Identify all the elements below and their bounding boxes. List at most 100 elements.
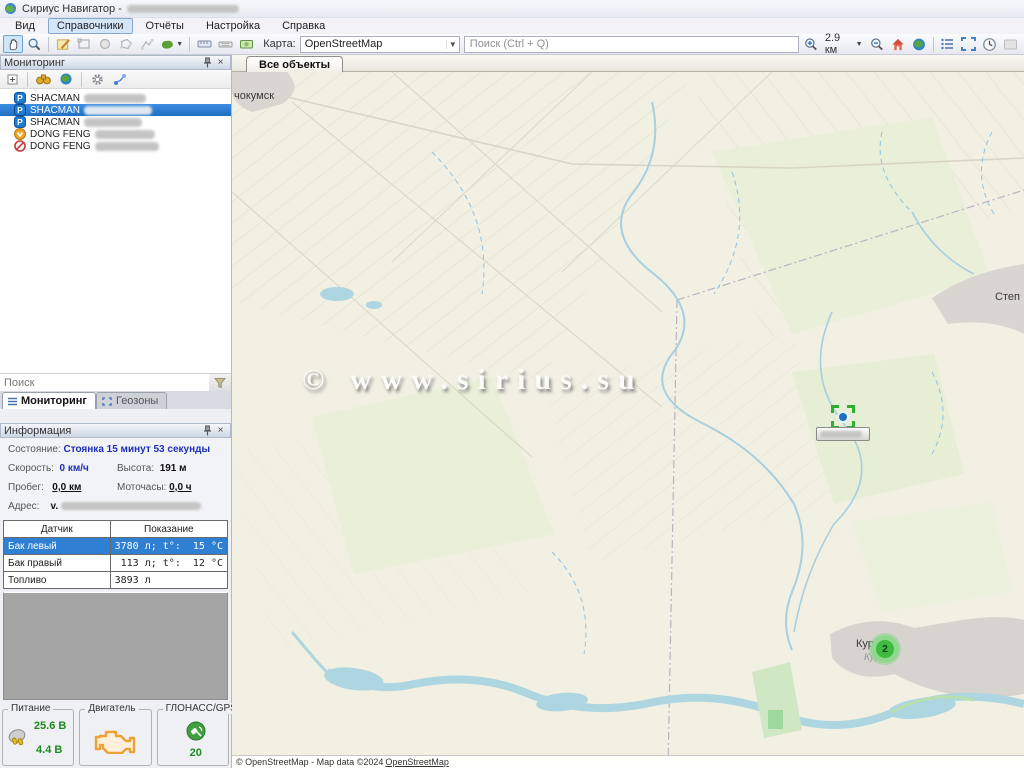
engine-gauge-label: Двигатель (85, 703, 138, 714)
power-plug-icon (6, 726, 30, 748)
ruler-button[interactable] (194, 35, 214, 53)
global-search-input[interactable] (464, 36, 799, 53)
pin-panel-button[interactable] (201, 57, 214, 69)
vehicle-search-input[interactable] (0, 375, 209, 391)
fit-bounds-icon (961, 37, 976, 51)
offline-status-icon (14, 140, 26, 152)
map-attribution: © OpenStreetMap - Map data ©2024 OpenStr… (232, 755, 1024, 768)
pin-icon (203, 57, 212, 68)
main-toolbar: ▼ Карта: OpenStreetMap ▼ 2.9 км ▼ (0, 34, 1024, 55)
map-canvas[interactable] (232, 72, 1024, 768)
track-route-button[interactable] (110, 71, 129, 87)
monitoring-toolbar (0, 70, 231, 89)
info-panel-header: Информация × (0, 423, 231, 438)
parking-status-icon: P (14, 104, 26, 116)
vehicle-name: DONG FENG (30, 141, 91, 152)
draw-polygon-button[interactable] (116, 35, 136, 53)
home-view-button[interactable] (888, 35, 908, 53)
vehicle-row[interactable]: P SHACMAN (0, 116, 231, 128)
menu-vid[interactable]: Вид (6, 18, 44, 34)
settings-button[interactable] (88, 71, 107, 87)
sensor-row[interactable]: Топливо 3893 л (4, 572, 228, 589)
sensors-header-row: Датчик Показание (4, 521, 228, 538)
close-panel-button[interactable]: × (214, 57, 227, 69)
draw-polyline-button[interactable] (137, 35, 157, 53)
mileage-value[interactable]: 0,0 км (52, 482, 81, 493)
toolbar-separator (81, 72, 82, 87)
gauges-panel: Питание 25.6 В 4.4 В Двигатель ГЛОНАСС/G… (0, 700, 231, 766)
attribution-link[interactable]: OpenStreetMap (385, 757, 449, 767)
geozone-area-dropdown[interactable]: ▼ (158, 35, 185, 53)
vehicle-map-label-redacted (820, 431, 862, 438)
tab-geozones-label: Геозоны (116, 395, 158, 407)
pan-hand-button[interactable] (3, 35, 23, 53)
vehicle-map-label[interactable] (816, 427, 870, 441)
state-value: Стоянка 15 минут 53 секунды (63, 444, 210, 455)
list-icon (940, 37, 955, 51)
power-gauge-label: Питание (8, 703, 53, 714)
history-button[interactable] (980, 35, 1000, 53)
monitoring-panel-header: Мониторинг × (0, 55, 231, 70)
tab-all-objects-label: Все объекты (259, 59, 330, 71)
tab-monitoring[interactable]: Мониторинг (2, 392, 96, 409)
vehicle-search-row (0, 373, 231, 391)
vehicle-position-dot[interactable] (837, 411, 849, 423)
close-icon: × (218, 58, 224, 68)
close-icon: × (218, 426, 224, 436)
vehicle-name: DONG FENG (30, 129, 91, 140)
menu-spravochniki[interactable]: Справочники (48, 18, 133, 34)
sensor-row[interactable]: Бак правый 113 л; t°: 12 °C (4, 555, 228, 572)
vehicle-row[interactable]: P SHACMAN (0, 92, 231, 104)
map-globe-button[interactable] (909, 35, 929, 53)
sensor-row-selected[interactable]: Бак левый 3780 л; t°: 15 °C (4, 538, 228, 555)
close-panel-button[interactable]: × (214, 425, 227, 437)
green-area-icon (160, 38, 176, 51)
draw-rect-button[interactable] (74, 35, 94, 53)
sensor-col-header[interactable]: Датчик (4, 521, 111, 538)
power-voltage-1: 25.6 В (34, 720, 66, 732)
mileage-label: Пробег: (8, 482, 44, 493)
tab-geozones[interactable]: Геозоны (96, 392, 167, 409)
map-provider-select[interactable]: OpenStreetMap ▼ (300, 36, 460, 53)
expand-all-button[interactable] (3, 71, 21, 87)
menu-spravka[interactable]: Справка (273, 18, 334, 34)
route-icon (113, 73, 127, 86)
zoom-out-button[interactable] (867, 35, 887, 53)
monitoring-panel-title: Мониторинг (4, 57, 65, 69)
menu-otchety[interactable]: Отчёты (137, 18, 193, 34)
satellite-icon (186, 721, 206, 741)
vehicle-cluster-marker[interactable]: 2 (871, 635, 899, 663)
gps-gauge: ГЛОНАСС/GPS 20 (157, 709, 229, 766)
edit-map-button[interactable] (53, 35, 73, 53)
money-icon (239, 37, 254, 51)
address-value: v. (51, 501, 59, 512)
objects-list-button[interactable] (938, 35, 958, 53)
hours-value[interactable]: 0,0 ч (169, 482, 192, 493)
tab-all-objects[interactable]: Все объекты (246, 56, 343, 72)
pin-panel-button[interactable] (201, 425, 214, 437)
menu-nastroyka[interactable]: Настройка (197, 18, 269, 34)
find-vehicle-button[interactable] (34, 71, 53, 87)
panel-icon (1003, 38, 1018, 51)
scale-dropdown[interactable]: 2.9 км ▼ (822, 35, 866, 53)
vehicle-row-selected[interactable]: P SHACMAN (0, 104, 231, 116)
globe-icon (911, 37, 927, 52)
scale-value: 2.9 км (825, 32, 854, 56)
draw-circle-button[interactable] (95, 35, 115, 53)
fit-objects-button[interactable] (959, 35, 979, 53)
app-icon (4, 2, 17, 15)
vehicle-tree: P SHACMAN P SHACMAN P SHACMAN DONG FENG … (0, 89, 231, 373)
toolbar-separator (48, 37, 49, 52)
zoom-in-button[interactable] (801, 35, 821, 53)
keyboard-button[interactable] (215, 35, 235, 53)
vehicle-plate-redacted (84, 106, 152, 115)
sensor-name: Топливо (4, 572, 111, 589)
filter-button[interactable] (209, 374, 231, 392)
payments-button[interactable] (236, 35, 256, 53)
vehicle-row[interactable]: DONG FENG (0, 128, 231, 140)
show-on-map-button[interactable] (56, 71, 75, 87)
magnifier-icon (27, 37, 42, 52)
value-col-header[interactable]: Показание (110, 521, 227, 538)
vehicle-row[interactable]: DONG FENG (0, 140, 231, 152)
zoom-tool-button[interactable] (24, 35, 44, 53)
